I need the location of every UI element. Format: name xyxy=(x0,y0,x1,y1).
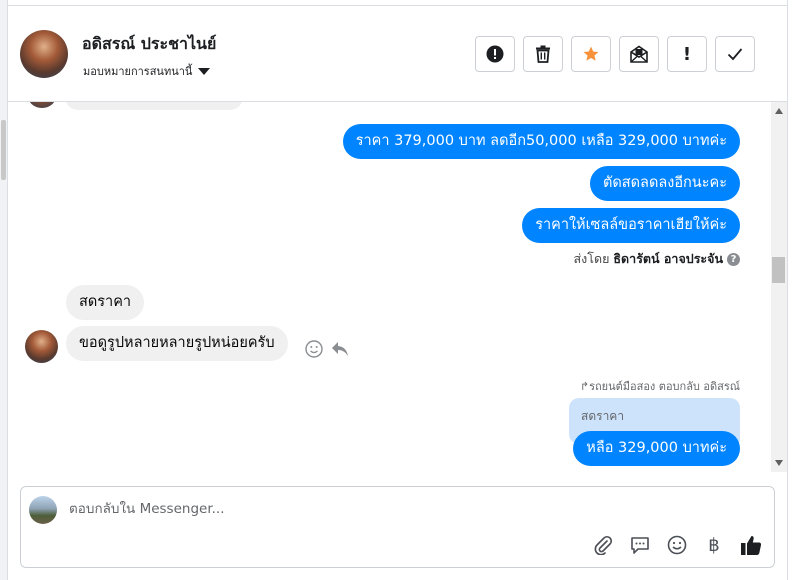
done-button[interactable] xyxy=(715,36,755,72)
composer-tools: ฿ xyxy=(592,534,762,556)
assign-conversation-dropdown[interactable]: มอบหมายการสนทนานี้ xyxy=(83,62,211,80)
message-thread: ราคา 379,000 บาท ลดอีก50,000 เหลือ 329,0… xyxy=(8,102,771,472)
star-button[interactable] xyxy=(571,36,611,72)
sent-by-name[interactable]: ธิดารัตน์ อาจประจัน xyxy=(613,249,723,269)
reply-context-text: รถยนต์มือสอง ตอบกลับ อดิสรณ์ xyxy=(589,380,740,393)
reply-composer: ฿ xyxy=(20,486,775,568)
scroll-down-icon[interactable] xyxy=(775,460,783,466)
conversation-header: อดิสรณ์ ประชาไนย์ มอบหมายการสนทนานี้ ! xyxy=(8,6,787,102)
envelope-open-icon xyxy=(630,45,648,63)
thumbs-up-icon[interactable] xyxy=(740,534,762,556)
incoming-message: ขอดูรูปหลายหลายรูปหน่อยครับ xyxy=(66,326,288,361)
follow-up-button[interactable]: ! xyxy=(667,36,707,72)
baht-icon[interactable]: ฿ xyxy=(703,534,725,556)
star-icon xyxy=(583,46,599,61)
message-actions xyxy=(305,340,349,358)
reply-input[interactable] xyxy=(69,501,749,517)
left-panel-edge xyxy=(0,0,8,580)
mark-unread-button[interactable] xyxy=(619,36,659,72)
scroll-up-icon[interactable] xyxy=(775,108,783,114)
right-panel-edge xyxy=(787,0,797,580)
incoming-message: สดราคา xyxy=(66,285,145,320)
check-icon xyxy=(727,48,743,61)
contact-name[interactable]: อดิสรณ์ ประชาไนย์ xyxy=(82,32,216,57)
reply-icon[interactable] xyxy=(331,341,349,357)
emoji-react-icon[interactable] xyxy=(305,340,323,358)
outgoing-message: ราคา 379,000 บาท ลดอีก50,000 เหลือ 329,0… xyxy=(342,124,740,159)
sent-by-label: ส่งโดย ธิดารัตน์ อาจประจัน ? xyxy=(574,249,740,269)
previous-sender-avatar xyxy=(28,102,56,108)
outgoing-message: หลือ 329,000 บาทค่ะ xyxy=(573,431,740,466)
thread-scrollbar[interactable] xyxy=(771,102,787,472)
caret-down-icon xyxy=(198,67,211,75)
assign-label: มอบหมายการสนทนานี้ xyxy=(83,65,193,78)
sender-avatar[interactable] xyxy=(25,330,58,363)
report-spam-button[interactable] xyxy=(475,36,515,72)
chat-bubble-icon[interactable] xyxy=(629,534,651,556)
delete-button[interactable] xyxy=(523,36,563,72)
reply-arrow-icon: ↱ xyxy=(579,380,590,393)
previous-incoming-bubble xyxy=(65,102,243,110)
contact-avatar[interactable] xyxy=(20,30,68,78)
page-avatar xyxy=(29,496,57,524)
scroll-thumb[interactable] xyxy=(772,257,785,283)
help-icon[interactable]: ? xyxy=(727,252,740,266)
header-toolbar: ! xyxy=(475,36,755,72)
sent-by-prefix: ส่งโดย xyxy=(573,251,610,266)
alert-circle-icon xyxy=(486,45,504,63)
exclamation-icon: ! xyxy=(682,43,692,65)
emoji-icon[interactable] xyxy=(666,534,688,556)
left-scroll-thumb[interactable] xyxy=(1,120,6,180)
reply-context-label: ↱รถยนต์มือสอง ตอบกลับ อดิสรณ์ xyxy=(580,377,740,395)
outgoing-message: ตัดสดลดลงอีกนะคะ xyxy=(589,166,740,201)
trash-icon xyxy=(536,45,550,63)
paperclip-icon[interactable] xyxy=(592,534,614,556)
outgoing-message: ราคาให้เซลล์ขอราคาเฮียให้ค่ะ xyxy=(522,208,740,243)
